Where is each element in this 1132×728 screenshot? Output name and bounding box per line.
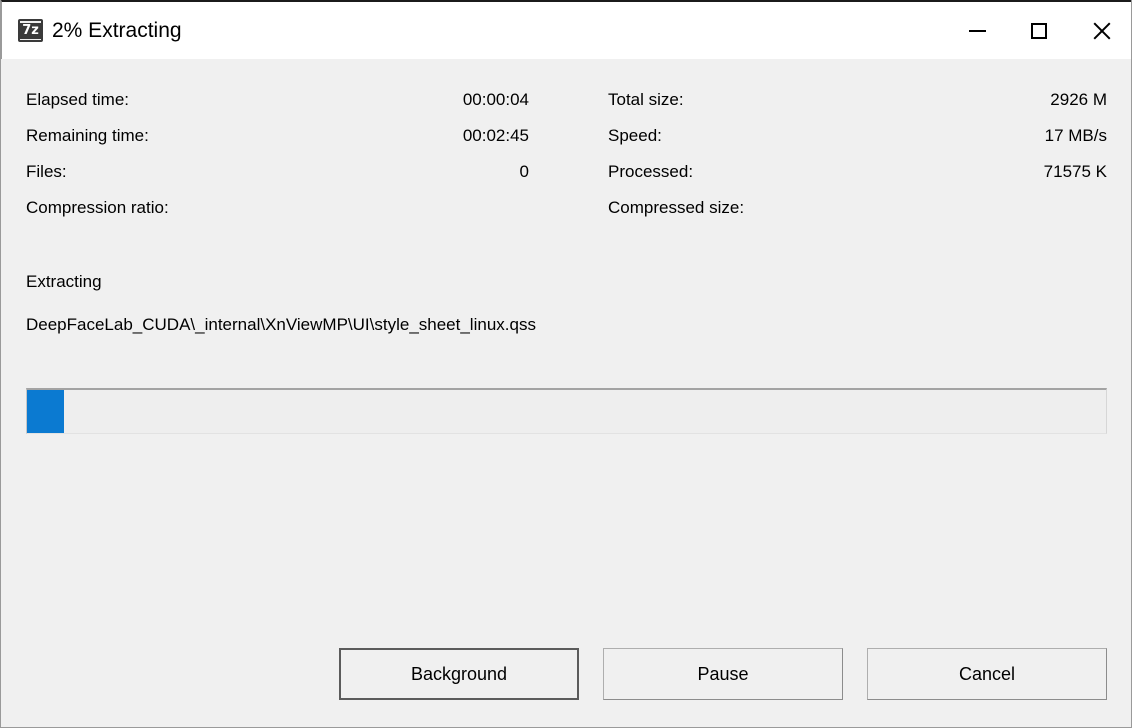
stat-value: 2926 M bbox=[1050, 90, 1107, 109]
stat-label: Speed: bbox=[608, 126, 662, 145]
button-bar: Background Pause Cancel bbox=[1, 648, 1131, 702]
stat-row-speed: Speed: 17 MB/s bbox=[608, 126, 1107, 162]
stat-label: Elapsed time: bbox=[26, 90, 129, 109]
stat-label: Compressed size: bbox=[608, 198, 745, 217]
pause-button[interactable]: Pause bbox=[603, 648, 843, 700]
sevenzip-icon: 7z bbox=[18, 19, 43, 42]
stat-value: 71575 K bbox=[1043, 162, 1107, 181]
stat-value: 17 MB/s bbox=[1044, 126, 1107, 145]
stat-row-compressed-size: Compressed size: bbox=[608, 198, 1107, 234]
stat-label: Total size: bbox=[608, 90, 684, 109]
maximize-button[interactable] bbox=[1008, 2, 1070, 59]
stat-row-remaining-time: Remaining time: 00:02:45 bbox=[26, 126, 529, 162]
stat-label: Files: bbox=[26, 162, 67, 181]
stat-value: 00:00:04 bbox=[462, 90, 529, 109]
stat-row-compression-ratio: Compression ratio: bbox=[26, 198, 529, 234]
minimize-button[interactable] bbox=[946, 2, 1008, 59]
title-bar: 7z 2% Extracting bbox=[1, 0, 1131, 59]
stat-row-files: Files: 0 bbox=[26, 162, 529, 198]
close-icon bbox=[1091, 21, 1111, 41]
stat-row-total-size: Total size: 2926 M bbox=[608, 90, 1107, 126]
background-button[interactable]: Background bbox=[339, 648, 579, 700]
stat-value: 00:02:45 bbox=[462, 126, 529, 145]
stat-label: Compression ratio: bbox=[26, 198, 169, 217]
stat-label: Processed: bbox=[608, 162, 694, 181]
minimize-icon bbox=[968, 29, 986, 32]
progress-bar bbox=[26, 388, 1107, 434]
maximize-icon bbox=[1031, 22, 1047, 39]
stat-value: 0 bbox=[519, 162, 529, 181]
title-bar-left-group: 7z 2% Extracting bbox=[18, 2, 182, 59]
cancel-button[interactable]: Cancel bbox=[867, 648, 1107, 700]
operation-label: Extracting bbox=[26, 272, 102, 291]
window-title: 2% Extracting bbox=[52, 19, 182, 42]
close-button[interactable] bbox=[1070, 2, 1131, 59]
progress-bar-fill bbox=[27, 390, 64, 433]
statistics-left-column: Elapsed time: 00:00:04 Remaining time: 0… bbox=[26, 90, 529, 234]
window-controls bbox=[946, 2, 1131, 59]
seven-zip-progress-window: 7z 2% Extracting Elapsed time: 00:00:04 bbox=[0, 0, 1132, 728]
statistics-right-column: Total size: 2926 M Speed: 17 MB/s Proces… bbox=[608, 90, 1107, 234]
dialog-body: Elapsed time: 00:00:04 Remaining time: 0… bbox=[1, 59, 1131, 726]
current-file-path: DeepFaceLab_CUDA\_internal\XnViewMP\UI\s… bbox=[26, 315, 536, 334]
stat-label: Remaining time: bbox=[26, 126, 149, 145]
stat-row-elapsed-time: Elapsed time: 00:00:04 bbox=[26, 90, 529, 126]
sevenzip-icon-label: 7z bbox=[20, 22, 41, 39]
stat-row-processed: Processed: 71575 K bbox=[608, 162, 1107, 198]
